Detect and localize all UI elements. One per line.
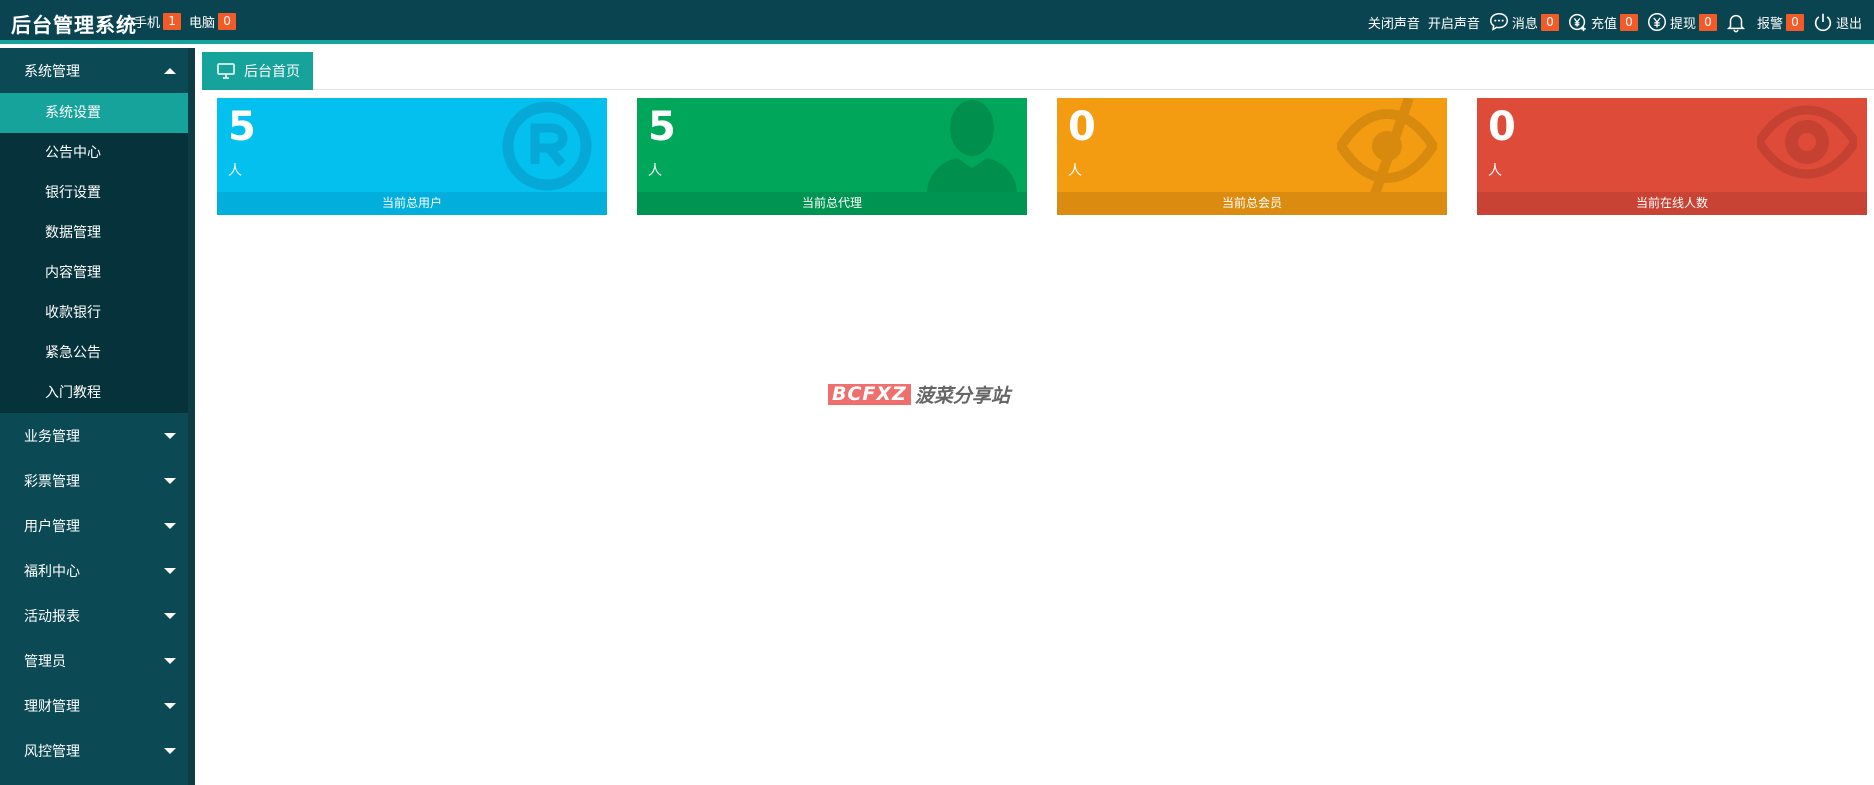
user-icon xyxy=(927,100,1017,194)
app-title: 后台管理系统 xyxy=(11,13,137,37)
sidebar-group-activity-report[interactable]: 活动报表 xyxy=(0,593,188,638)
main-content: 后台首页 5 人 当前总用户 5 人 当前总代理 0 人 当前总会员 0 人 当… xyxy=(202,48,1874,785)
monitor-icon xyxy=(217,63,235,79)
pc-counter[interactable]: 电脑 0 xyxy=(189,12,237,31)
caret-down-icon xyxy=(164,432,176,439)
pc-count-badge: 0 xyxy=(218,13,237,30)
sidebar-item-bank-settings[interactable]: 银行设置 xyxy=(0,173,188,213)
sidebar-group-label: 活动报表 xyxy=(24,608,80,625)
phone-counter[interactable]: 手机 1 xyxy=(134,12,182,31)
caret-down-icon xyxy=(164,747,176,754)
top-header: 后台管理系统 手机 1 电脑 0 关闭声音 开启声音 消息 0 充值 0 提现 … xyxy=(0,0,1874,44)
messages-count-badge: 0 xyxy=(1540,13,1559,31)
sidebar-item-announcements[interactable]: 公告中心 xyxy=(0,133,188,173)
alarm-label: 报警 xyxy=(1756,16,1783,32)
sound-off-button[interactable]: 关闭声音 xyxy=(1368,13,1420,32)
sidebar-item-system-settings[interactable]: 系统设置 xyxy=(0,93,188,133)
withdraw-button[interactable]: 提现 0 xyxy=(1646,11,1717,33)
stat-label: 当前总用户 xyxy=(217,192,607,215)
registered-icon xyxy=(502,101,592,191)
sidebar-group-lottery[interactable]: 彩票管理 xyxy=(0,458,188,503)
sidebar-group-label: 系统管理 xyxy=(24,63,80,80)
bell-icon xyxy=(1725,11,1747,33)
sidebar-group-business[interactable]: 业务管理 xyxy=(0,413,188,458)
stat-value: 0 xyxy=(1068,104,1096,150)
eye-slash-icon xyxy=(1337,98,1437,194)
messages-button[interactable]: 消息 0 xyxy=(1488,11,1559,33)
recharge-count-badge: 0 xyxy=(1619,13,1638,31)
withdraw-label: 提现 xyxy=(1669,16,1696,32)
bell-button[interactable] xyxy=(1725,11,1749,33)
sidebar-item-data-management[interactable]: 数据管理 xyxy=(0,213,188,253)
logout-button[interactable]: 退出 xyxy=(1812,11,1862,33)
sidebar-group-risk[interactable]: 风控管理 xyxy=(0,728,188,773)
stat-value: 0 xyxy=(1488,104,1516,150)
watermark-box: BCFXZ xyxy=(828,384,911,405)
eye-icon xyxy=(1757,105,1857,179)
logout-label: 退出 xyxy=(1835,16,1862,32)
sidebar-item-urgent-notice[interactable]: 紧急公告 xyxy=(0,333,188,373)
yen-plus-icon xyxy=(1567,11,1589,33)
stat-unit: 人 xyxy=(1488,163,1502,179)
sidebar-group-label: 理财管理 xyxy=(24,698,80,715)
sidebar-group-users[interactable]: 用户管理 xyxy=(0,503,188,548)
alarm-count-badge: 0 xyxy=(1785,13,1804,31)
stat-value: 5 xyxy=(648,104,676,150)
stat-card-total-members[interactable]: 0 人 当前总会员 xyxy=(1057,98,1447,215)
recharge-button[interactable]: 充值 0 xyxy=(1567,11,1638,33)
caret-up-icon xyxy=(164,67,176,74)
sidebar-group-label: 管理员 xyxy=(24,653,66,670)
sidebar-item-tutorial[interactable]: 入门教程 xyxy=(0,373,188,413)
caret-down-icon xyxy=(164,702,176,709)
tab-label: 后台首页 xyxy=(244,64,300,80)
messages-label: 消息 xyxy=(1511,16,1538,32)
pc-label: 电脑 xyxy=(189,16,216,31)
stat-card-online-users[interactable]: 0 人 当前在线人数 xyxy=(1477,98,1867,215)
sidebar-group-label: 业务管理 xyxy=(24,428,80,445)
stat-label: 当前总会员 xyxy=(1057,192,1447,215)
sidebar-group-label: 风控管理 xyxy=(24,743,80,760)
sidebar-group-system[interactable]: 系统管理 xyxy=(0,48,188,93)
power-icon xyxy=(1812,11,1834,33)
sidebar-group-finance[interactable]: 理财管理 xyxy=(0,683,188,728)
caret-down-icon xyxy=(164,567,176,574)
sidebar-item-receiving-bank[interactable]: 收款银行 xyxy=(0,293,188,333)
caret-down-icon xyxy=(164,522,176,529)
sidebar-group-label: 用户管理 xyxy=(24,518,80,535)
watermark-text: 菠菜分享站 xyxy=(914,385,1010,407)
sidebar-group-label: 福利中心 xyxy=(24,563,80,580)
alarm-button[interactable]: 报警 0 xyxy=(1757,13,1804,32)
yen-circle-icon xyxy=(1646,11,1668,33)
stats-cards: 5 人 当前总用户 5 人 当前总代理 0 人 当前总会员 0 人 当前在线人数 xyxy=(217,98,1874,215)
stat-label: 当前总代理 xyxy=(637,192,1027,215)
phone-label: 手机 xyxy=(134,16,161,31)
sidebar-item-content-management[interactable]: 内容管理 xyxy=(0,253,188,293)
stat-value: 5 xyxy=(228,104,256,150)
stat-card-total-agents[interactable]: 5 人 当前总代理 xyxy=(637,98,1027,215)
stat-unit: 人 xyxy=(228,163,242,179)
stat-label: 当前在线人数 xyxy=(1477,192,1867,215)
sidebar-group-admins[interactable]: 管理员 xyxy=(0,638,188,683)
chat-bubble-icon xyxy=(1488,11,1510,33)
sidebar-group-welfare[interactable]: 福利中心 xyxy=(0,548,188,593)
stat-unit: 人 xyxy=(648,163,662,179)
sound-on-button[interactable]: 开启声音 xyxy=(1428,13,1480,32)
withdraw-count-badge: 0 xyxy=(1698,13,1717,31)
caret-down-icon xyxy=(164,477,176,484)
recharge-label: 充值 xyxy=(1590,16,1617,32)
sidebar-nav: 系统管理 系统设置 公告中心 银行设置 数据管理 内容管理 收款银行 紧急公告 … xyxy=(0,48,195,785)
sidebar-submenu-system: 系统设置 公告中心 银行设置 数据管理 内容管理 收款银行 紧急公告 入门教程 xyxy=(0,93,188,413)
tab-bar: 后台首页 xyxy=(202,48,1874,90)
sidebar-group-label: 彩票管理 xyxy=(24,473,80,490)
header-actions: 关闭声音 开启声音 消息 0 充值 0 提现 0 报警 0 退出 xyxy=(1368,11,1862,33)
phone-count-badge: 1 xyxy=(163,13,182,30)
device-counters: 手机 1 电脑 0 xyxy=(134,12,237,31)
tab-home[interactable]: 后台首页 xyxy=(202,52,313,90)
caret-down-icon xyxy=(164,612,176,619)
stat-unit: 人 xyxy=(1068,163,1082,179)
watermark-logo: BCFXZ 菠菜分享站 xyxy=(828,381,1010,408)
caret-down-icon xyxy=(164,657,176,664)
stat-card-total-users[interactable]: 5 人 当前总用户 xyxy=(217,98,607,215)
